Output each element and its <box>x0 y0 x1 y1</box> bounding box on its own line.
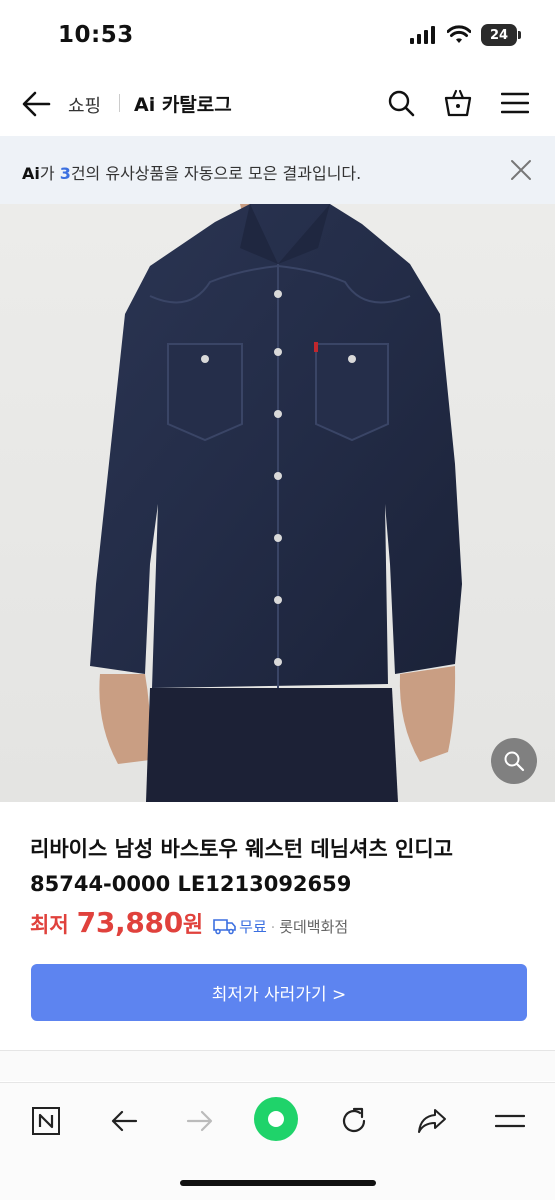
signal-icon <box>410 26 435 44</box>
zoom-icon <box>504 751 525 772</box>
home-button[interactable] <box>254 1097 298 1141</box>
shipping-free-label: 무료 <box>239 918 267 936</box>
status-time: 10:53 <box>58 22 134 48</box>
status-icons: 24 <box>409 24 521 46</box>
battery-level: 24 <box>489 27 509 43</box>
search-button[interactable] <box>384 86 418 120</box>
refresh-button[interactable] <box>334 1101 374 1141</box>
naver-home-button[interactable] <box>26 1101 66 1141</box>
forward-arrow-icon <box>186 1110 213 1132</box>
product-image[interactable] <box>0 204 555 802</box>
shopping-bag-icon <box>444 89 472 117</box>
buy-lowest-price-button[interactable]: 최저가 사러가기 > <box>31 964 527 1021</box>
share-button[interactable] <box>412 1101 452 1141</box>
status-bar: 10:53 24 <box>0 0 555 72</box>
share-icon <box>418 1109 446 1133</box>
ai-notice-text: Ai가 3건의 유사상품을 자동으로 모은 결과입니다. <box>22 160 361 184</box>
ai-notice-banner: Ai가 3건의 유사상품을 자동으로 모은 결과입니다. <box>0 136 555 204</box>
back-button[interactable] <box>18 86 54 122</box>
price-label: 최저 <box>30 913 69 937</box>
search-icon <box>388 90 415 117</box>
header-nav: 쇼핑 Ai 카탈로그 <box>0 72 555 136</box>
menu-button[interactable] <box>498 86 532 120</box>
product-title[interactable]: 리바이스 남성 바스토우 웨스턴 데님셔츠 인디고 85744-0000 LE1… <box>30 832 530 902</box>
menu-icon <box>495 1114 525 1128</box>
ai-notice-part2: 건의 유사상품을 자동으로 모은 결과입니다. <box>70 164 362 183</box>
price-unit: 원 <box>182 913 204 938</box>
price-row: 최저 73,880 원 무료 · 롯데백화점 <box>30 906 348 946</box>
breadcrumb-shopping[interactable]: 쇼핑 <box>68 92 101 118</box>
refresh-icon <box>342 1107 366 1133</box>
seller-name: 롯데백화점 <box>279 918 349 936</box>
close-banner-button[interactable] <box>507 156 535 184</box>
battery-icon: 24 <box>481 24 521 46</box>
back-arrow-icon <box>111 1110 138 1132</box>
ai-notice-part1: 가 <box>39 164 60 183</box>
price-value: 73,880 <box>76 906 184 939</box>
browser-back-button[interactable] <box>104 1101 144 1141</box>
wifi-icon <box>447 25 471 43</box>
cart-button[interactable] <box>441 86 475 120</box>
breadcrumb-ai-catalog[interactable]: Ai 카탈로그 <box>134 90 232 117</box>
delivery-truck-icon <box>213 917 237 935</box>
close-icon <box>511 160 531 180</box>
zoom-button[interactable] <box>491 738 537 784</box>
ai-mark: Ai <box>22 164 40 183</box>
home-indicator <box>180 1180 376 1186</box>
home-icon <box>268 1111 284 1127</box>
denim-shirt-photo <box>0 204 555 802</box>
ai-notice-count: 3 <box>59 164 71 183</box>
content-below-fold <box>0 1051 555 1081</box>
browser-menu-button[interactable] <box>490 1101 530 1141</box>
breadcrumb-divider <box>119 94 120 112</box>
back-arrow-icon <box>22 91 51 117</box>
separator-dot: · <box>270 920 276 936</box>
browser-forward-button[interactable] <box>180 1101 220 1141</box>
naver-n-icon <box>32 1107 60 1135</box>
hamburger-menu-icon <box>501 92 529 114</box>
